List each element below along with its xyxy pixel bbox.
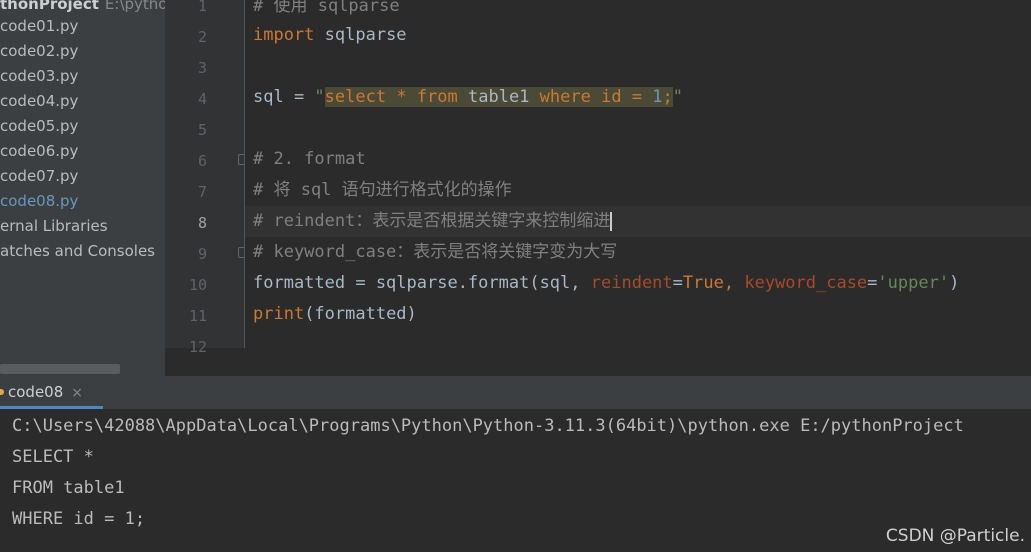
line-number: 2: [197, 28, 207, 46]
run-console[interactable]: C:\Users\42088\AppData\Local\Programs\Py…: [0, 409, 1031, 552]
line-number: 11: [188, 307, 207, 325]
code-editor[interactable]: # 使用 sqlparse import sqlparse sql = "sel…: [245, 0, 1031, 348]
token-string: ": [672, 87, 684, 107]
token-text: sqlparse: [314, 25, 407, 45]
file-code03[interactable]: code03.py: [0, 64, 78, 89]
console-line: WHERE id = 1;: [12, 509, 146, 529]
token-text: formatted = sqlparse.format(sql,: [253, 273, 591, 293]
comment-text: # reindent：表示是否根据关键字来控制缩进: [253, 211, 611, 231]
token-text: ): [949, 273, 960, 293]
file-code02[interactable]: code02.py: [0, 39, 78, 64]
line-number: 10: [188, 276, 207, 294]
token-sql-keyword: select: [324, 87, 387, 107]
token-keyword: True: [682, 273, 724, 293]
token-sql: ;: [662, 87, 673, 107]
token-text: ,: [723, 273, 745, 293]
line-number: 1: [197, 0, 207, 15]
code-line-7: # 将 sql 语句进行格式化的操作: [253, 180, 512, 200]
sidebar-scrollbar[interactable]: [0, 364, 120, 374]
code-line-1: # 使用 sqlparse: [253, 0, 400, 16]
code-line-2: import sqlparse: [253, 20, 407, 51]
line-number: 5: [197, 121, 207, 139]
line-number: 4: [197, 90, 207, 108]
token-text: sql =: [253, 87, 315, 107]
token-string: ": [314, 87, 325, 107]
token-sql: table1: [457, 87, 540, 107]
project-root-label: thonProject: [0, 0, 99, 13]
token-builtin: print: [253, 304, 305, 324]
code-line-4: sql = "select * from table1 where id = 1…: [253, 82, 683, 113]
code-line-6: # 2. format: [253, 149, 366, 169]
line-number: 3: [197, 59, 207, 77]
code-line-11: print(formatted): [253, 299, 417, 330]
sql-injection-highlight: select * from table1 where id = 1;: [324, 87, 673, 107]
file-code07[interactable]: code07.py: [0, 164, 78, 189]
file-code01[interactable]: code01.py: [0, 14, 78, 39]
line-number-gutter: 1 2 3 4 5 6 7 8 9 10 11 12: [165, 0, 247, 356]
run-status-icon: [0, 389, 4, 395]
scratches-and-consoles[interactable]: atches and Consoles: [0, 239, 155, 264]
token-text: (formatted): [304, 304, 417, 324]
token-param: reindent: [590, 273, 673, 293]
run-tab-code08[interactable]: code08 ×: [0, 376, 103, 409]
code-line-9: # keyword_case：表示是否将关键字变为大写: [253, 242, 618, 262]
code-line-10: formatted = sqlparse.format(sql, reinden…: [253, 268, 959, 299]
watermark: CSDN @Particle.: [885, 526, 1025, 546]
file-code08[interactable]: code08.py: [0, 189, 78, 214]
token-number: 1: [652, 87, 663, 107]
token-sql-keyword: where: [539, 87, 591, 107]
line-number: 9: [197, 245, 207, 263]
run-tab-label: code08: [8, 383, 64, 401]
project-root-path: E:\pythonP: [104, 0, 165, 13]
token-sql: *: [386, 87, 417, 107]
line-number: 7: [197, 183, 207, 201]
token-text: =: [867, 273, 878, 293]
console-line: C:\Users\42088\AppData\Local\Programs\Py…: [12, 416, 964, 436]
line-number: 6: [197, 152, 207, 170]
line-number: 12: [188, 338, 207, 356]
token-sql-keyword: from: [416, 87, 458, 107]
token-string: 'upper': [877, 273, 950, 293]
project-tree: thonProject E:\pythonP code01.py code02.p…: [0, 0, 165, 376]
run-panel-header: code08 ×: [0, 376, 1031, 409]
console-line: FROM table1: [12, 478, 125, 498]
console-line: SELECT *: [12, 447, 94, 467]
file-code06[interactable]: code06.py: [0, 139, 78, 164]
external-libraries[interactable]: ernal Libraries: [0, 214, 108, 239]
close-icon[interactable]: ×: [71, 385, 83, 401]
file-code05[interactable]: code05.py: [0, 114, 78, 139]
file-code04[interactable]: code04.py: [0, 89, 78, 114]
token-param: keyword_case: [744, 273, 868, 293]
token-text: =: [672, 273, 683, 293]
token-sql: id =: [590, 87, 653, 107]
line-number-current: 8: [197, 214, 207, 232]
token-keyword: import: [253, 25, 315, 45]
code-line-8: # reindent：表示是否根据关键字来控制缩进: [253, 206, 613, 237]
text-caret: [610, 211, 613, 231]
